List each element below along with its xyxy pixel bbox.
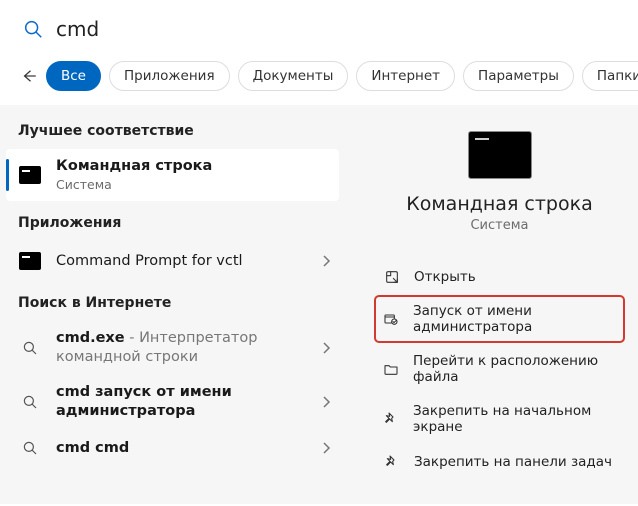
search-input[interactable] xyxy=(56,17,620,41)
chevron-right-icon xyxy=(312,254,331,268)
folder-icon xyxy=(383,361,399,378)
action-pin[interactable]: Закрепить на панели задач xyxy=(375,446,624,477)
filter-chip[interactable]: Приложения xyxy=(109,61,230,91)
back-button[interactable] xyxy=(20,59,38,93)
action-label: Закрепить на панели задач xyxy=(414,454,612,470)
result-app[interactable]: Command Prompt for vctl xyxy=(0,241,345,281)
result-web[interactable]: cmd cmd xyxy=(0,428,345,468)
terminal-icon xyxy=(18,163,42,187)
admin-icon xyxy=(383,311,399,328)
section-apps: Приложения xyxy=(0,201,345,241)
preview-title: Командная строка xyxy=(375,193,624,215)
terminal-icon xyxy=(18,249,42,273)
search-icon xyxy=(22,18,44,40)
result-web[interactable]: cmd запуск от имени администратора xyxy=(0,375,345,429)
action-admin[interactable]: Запуск от имени администратора xyxy=(375,296,624,342)
search-icon xyxy=(18,390,42,414)
chevron-right-icon xyxy=(312,341,331,355)
action-label: Закрепить на начальном экране xyxy=(413,403,616,435)
action-label: Перейти к расположению файла xyxy=(413,353,616,385)
search-icon xyxy=(18,436,42,460)
preview-thumbnail xyxy=(468,131,532,179)
result-term: cmd cmd xyxy=(56,440,129,456)
result-term: cmd.exe xyxy=(56,330,125,346)
filter-chip[interactable]: Параметры xyxy=(463,61,574,91)
filter-chip[interactable]: Интернет xyxy=(356,61,455,91)
section-best-match: Лучшее соответствие xyxy=(0,109,345,149)
open-icon xyxy=(383,268,400,285)
filter-chip[interactable]: Папки xyxy=(582,61,638,91)
filter-chip[interactable]: Все xyxy=(46,61,101,91)
result-title: Command Prompt for vctl xyxy=(56,252,312,271)
section-web: Поиск в Интернете xyxy=(0,281,345,321)
preview-subtitle: Система xyxy=(375,218,624,233)
preview-pane: Командная строка Система Открыть Запуск … xyxy=(345,105,638,504)
result-subtitle: Система xyxy=(56,177,325,193)
filters-row: Все Приложения ДокументыИнтернет Параметры П… xyxy=(0,55,638,105)
chevron-right-icon xyxy=(312,441,331,455)
pin-icon xyxy=(383,453,400,470)
results-pane: Лучшее соответствие Командная строка Сис… xyxy=(0,105,345,504)
action-label: Открыть xyxy=(414,269,476,285)
chevron-right-icon xyxy=(312,395,331,409)
search-bar xyxy=(0,0,638,55)
result-best-match[interactable]: Командная строка Система xyxy=(6,149,339,201)
filter-chip[interactable]: Документы xyxy=(238,61,349,91)
action-open[interactable]: Открыть xyxy=(375,261,624,292)
result-web[interactable]: cmd.exe - Интерпретатор командной строки xyxy=(0,321,345,375)
result-term: cmd запуск от имени администратора xyxy=(56,384,232,419)
result-title: Командная строка xyxy=(56,158,212,174)
action-pin[interactable]: Закрепить на начальном экране xyxy=(375,396,624,442)
search-icon xyxy=(18,336,42,360)
action-folder[interactable]: Перейти к расположению файла xyxy=(375,346,624,392)
action-label: Запуск от имени администратора xyxy=(413,303,616,335)
pin-icon xyxy=(383,411,399,428)
